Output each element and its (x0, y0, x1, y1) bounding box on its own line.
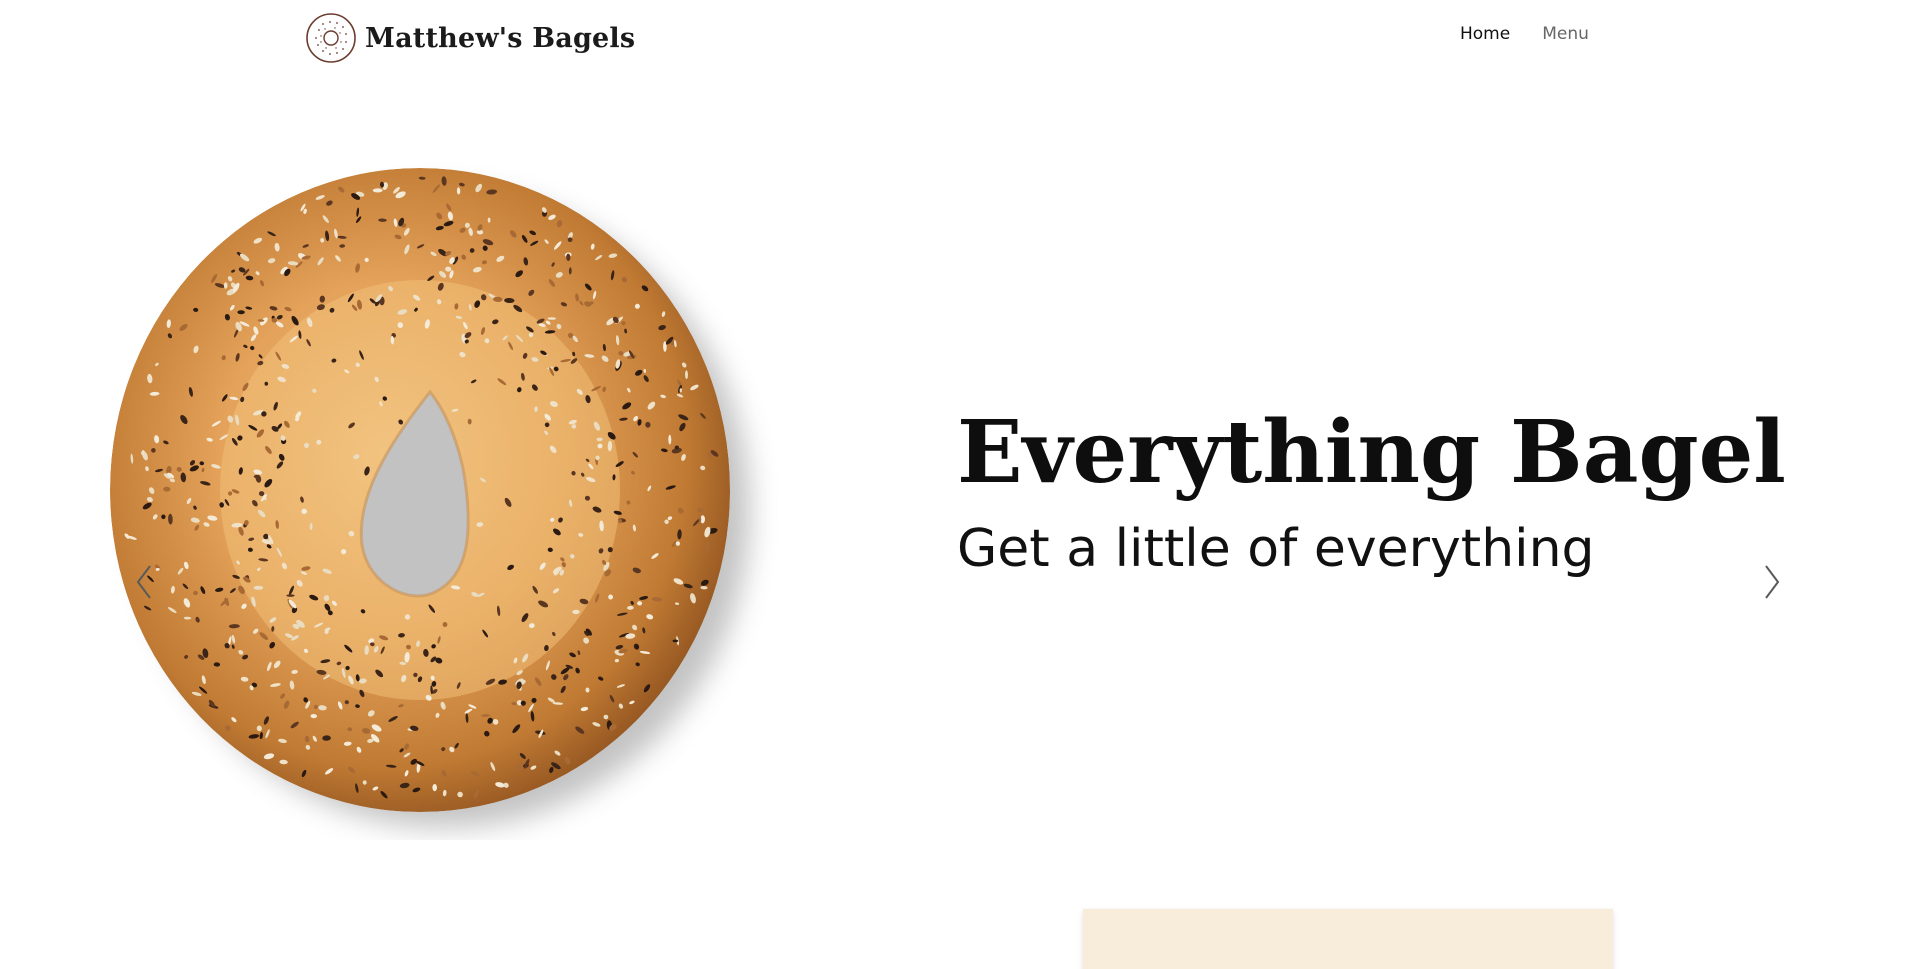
brand-link[interactable]: Matthew's Bagels (305, 12, 635, 64)
chevron-right-icon[interactable] (1754, 560, 1788, 604)
main-nav: Home Menu (1460, 24, 1589, 44)
nav-item-menu[interactable]: Menu (1542, 24, 1589, 44)
nav-item-home[interactable]: Home (1460, 24, 1510, 44)
everything-bagel-image (110, 168, 750, 828)
page: Matthew's Bagels Home Menu Everything Ba… (0, 0, 1905, 969)
site-header: Matthew's Bagels Home Menu (0, 0, 1905, 76)
hero-title: Everything Bagel (957, 402, 1786, 503)
hero-text: Everything Bagel Get a little of everyth… (957, 402, 1786, 580)
chevron-left-icon[interactable] (128, 560, 162, 604)
content-card (1083, 909, 1613, 969)
hero-subtitle: Get a little of everything (957, 519, 1595, 580)
brand-name: Matthew's Bagels (365, 22, 636, 54)
hero-carousel: Everything Bagel Get a little of everyth… (0, 90, 1905, 890)
bagel-logo-icon (306, 13, 356, 63)
